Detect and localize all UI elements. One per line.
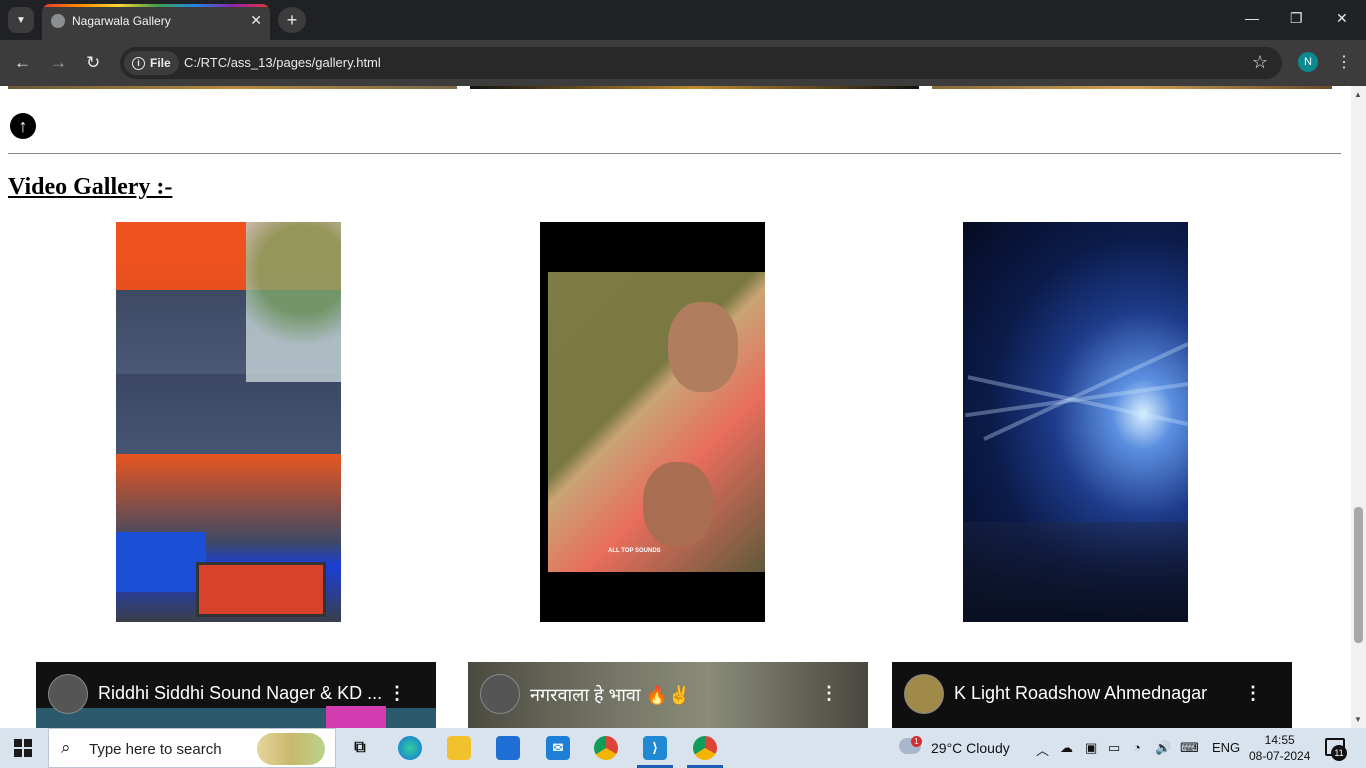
gallery-image-bottom-edge bbox=[932, 86, 1332, 89]
chevron-down-icon: ▼ bbox=[16, 14, 26, 26]
pink-light bbox=[326, 706, 386, 728]
mail-icon[interactable]: ✉ bbox=[546, 736, 570, 760]
time: 14:55 bbox=[1264, 733, 1295, 747]
page-viewport: ↑ Video Gallery :- ALL TOP SOUNDS Riddhi… bbox=[0, 86, 1351, 728]
browser-menu-icon[interactable]: ⋮ bbox=[1336, 52, 1352, 72]
more-options-icon[interactable]: ⋮ bbox=[1244, 683, 1262, 704]
new-tab-button[interactable]: + bbox=[278, 7, 306, 33]
info-icon: i bbox=[132, 56, 145, 70]
movie-clip-video[interactable]: ALL TOP SOUNDS bbox=[540, 222, 765, 622]
file-explorer-icon[interactable] bbox=[447, 736, 471, 760]
chevron-up-icon[interactable]: ︿ bbox=[1036, 740, 1049, 759]
chrome-profile-icon[interactable] bbox=[693, 736, 717, 760]
light-beam bbox=[983, 342, 1188, 441]
close-window-icon[interactable]: ✕ bbox=[1336, 10, 1348, 27]
bookmark-star-icon[interactable]: ☆ bbox=[1252, 52, 1268, 73]
weather-badge: 1 bbox=[911, 736, 922, 747]
search-highlight-image bbox=[257, 733, 325, 765]
tab-title: Nagarwala Gallery bbox=[72, 14, 171, 28]
windows-taskbar: ⌕ Type here to search ⧉ ✉ ⟩ 1 29°C Cloud… bbox=[0, 728, 1366, 768]
section-divider bbox=[8, 153, 1341, 154]
close-tab-icon[interactable]: ✕ bbox=[250, 12, 262, 29]
actor-face bbox=[668, 302, 738, 392]
channel-avatar[interactable] bbox=[48, 674, 88, 714]
tab-active[interactable]: Nagarwala Gallery ✕ bbox=[42, 4, 270, 40]
crowd-silhouette bbox=[963, 522, 1188, 622]
scrollbar-thumb[interactable] bbox=[1354, 507, 1363, 643]
search-placeholder: Type here to search bbox=[89, 741, 222, 758]
scroll-up-arrow-icon[interactable]: ▲ bbox=[1354, 90, 1362, 99]
site-info-chip[interactable]: i File bbox=[124, 51, 179, 75]
date: 08-07-2024 bbox=[1249, 749, 1311, 763]
volume-icon[interactable]: 🔊 bbox=[1155, 740, 1171, 756]
scroll-down-arrow-icon[interactable]: ▼ bbox=[1354, 715, 1362, 724]
video-watermark: ALL TOP SOUNDS bbox=[608, 548, 661, 554]
forward-icon[interactable]: → bbox=[50, 53, 67, 73]
video-gallery-heading: Video Gallery :- bbox=[8, 174, 173, 200]
youtube-video-title[interactable]: K Light Roadshow Ahmednagar bbox=[954, 683, 1207, 704]
youtube-embed[interactable]: Riddhi Siddhi Sound Nager & KD ... ⋮ bbox=[36, 662, 436, 728]
youtube-video-title[interactable]: नगरवाला हे भावा 🔥✌ bbox=[530, 683, 690, 707]
address-bar-row: ← → ↻ i File C:/RTC/ass_13/pages/gallery… bbox=[0, 40, 1366, 86]
globe-icon bbox=[51, 14, 65, 28]
page-scrollbar[interactable]: ▲ ▼ bbox=[1351, 86, 1366, 728]
weather-text[interactable]: 29°C Cloudy bbox=[931, 740, 1010, 756]
more-options-icon[interactable]: ⋮ bbox=[388, 683, 406, 704]
tab-group-color-strip bbox=[42, 4, 270, 7]
reload-icon[interactable]: ↻ bbox=[86, 53, 100, 73]
laser-light-show-video[interactable] bbox=[963, 222, 1188, 622]
search-icon: ⌕ bbox=[61, 738, 71, 757]
youtube-embed[interactable]: नगरवाला हे भावा 🔥✌ ⋮ bbox=[468, 662, 868, 728]
vscode-icon[interactable]: ⟩ bbox=[643, 736, 667, 760]
clock[interactable]: 14:55 08-07-2024 bbox=[1249, 732, 1310, 764]
battery-icon[interactable]: ▭ bbox=[1108, 740, 1120, 756]
file-label: File bbox=[150, 56, 171, 70]
youtube-embed[interactable]: K Light Roadshow Ahmednagar ⋮ bbox=[892, 662, 1292, 728]
minimize-icon[interactable]: — bbox=[1245, 10, 1259, 26]
speaker-stack-video[interactable] bbox=[116, 222, 341, 622]
channel-avatar[interactable] bbox=[904, 674, 944, 714]
actor-face bbox=[643, 462, 713, 547]
gallery-image-bottom-edge bbox=[8, 86, 457, 89]
notification-count: 11 bbox=[1331, 745, 1347, 761]
tab-bar: ▼ Nagarwala Gallery ✕ + — ❐ ✕ bbox=[0, 0, 1366, 40]
more-options-icon[interactable]: ⋮ bbox=[820, 683, 838, 704]
gallery-image-bottom-edge bbox=[470, 86, 919, 89]
task-view-icon[interactable]: ⧉ bbox=[348, 736, 372, 760]
tab-search-button[interactable]: ▼ bbox=[8, 7, 34, 33]
keyboard-icon[interactable]: ⌨ bbox=[1180, 740, 1199, 756]
movie-frame: ALL TOP SOUNDS bbox=[548, 272, 765, 572]
youtube-video-title[interactable]: Riddhi Siddhi Sound Nager & KD ... bbox=[98, 683, 382, 704]
taskbar-search-box[interactable]: ⌕ Type here to search bbox=[48, 728, 336, 768]
tree-background bbox=[246, 222, 341, 382]
address-bar[interactable]: i File C:/RTC/ass_13/pages/gallery.html … bbox=[120, 47, 1282, 79]
microsoft-store-icon[interactable] bbox=[496, 736, 520, 760]
restore-icon[interactable]: ❐ bbox=[1290, 10, 1303, 27]
wifi-icon[interactable]: ◔ bbox=[1133, 740, 1141, 755]
profile-avatar[interactable]: N bbox=[1298, 52, 1318, 72]
chrome-icon[interactable] bbox=[594, 736, 618, 760]
scroll-to-top-icon[interactable]: ↑ bbox=[10, 113, 36, 139]
onedrive-icon[interactable]: ☁ bbox=[1060, 740, 1073, 756]
windows-start-icon[interactable] bbox=[14, 739, 32, 757]
language-indicator[interactable]: ENG bbox=[1212, 740, 1240, 755]
url-text[interactable]: C:/RTC/ass_13/pages/gallery.html bbox=[184, 55, 381, 70]
blue-crate bbox=[116, 532, 206, 592]
light-beam bbox=[967, 375, 1188, 426]
edge-icon[interactable] bbox=[398, 736, 422, 760]
device-icon[interactable]: ▣ bbox=[1085, 740, 1097, 756]
channel-avatar[interactable] bbox=[480, 674, 520, 714]
back-icon[interactable]: ← bbox=[14, 53, 31, 73]
speaker-case bbox=[196, 562, 326, 617]
